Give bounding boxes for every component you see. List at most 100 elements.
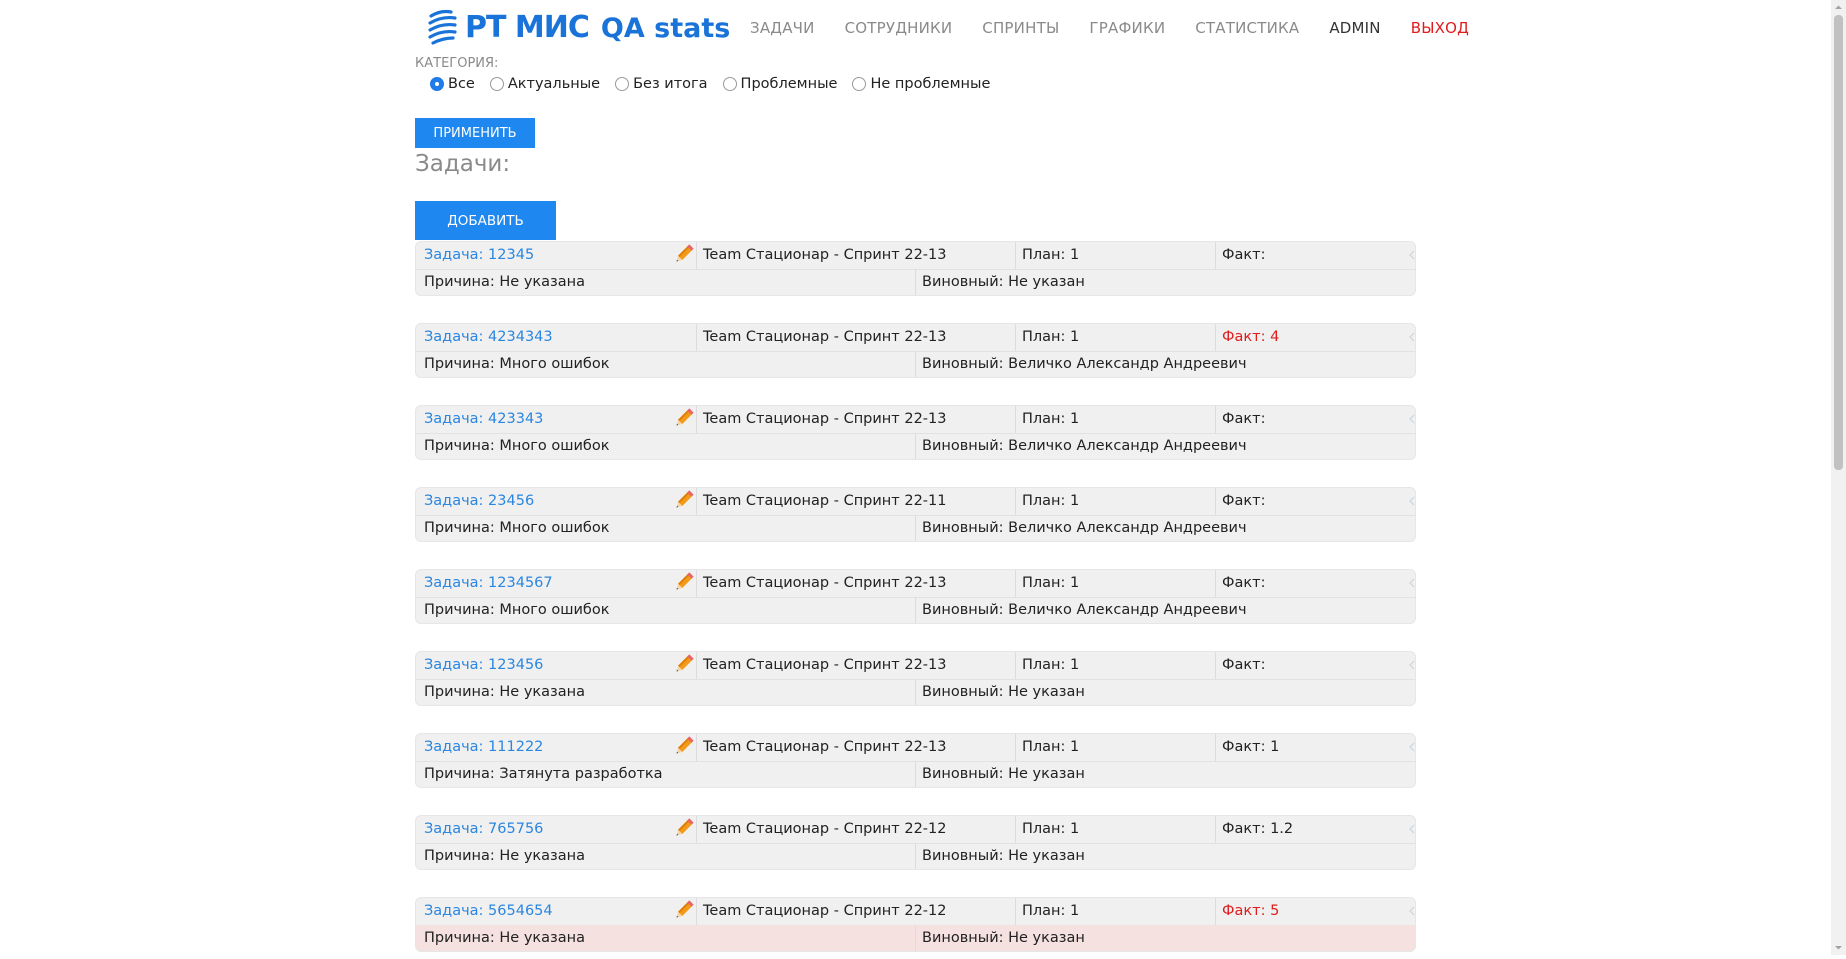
task-link[interactable]: Задача: 123456: [424, 652, 543, 679]
pencil-icon[interactable]: [671, 653, 695, 677]
category-option[interactable]: Проблемные: [722, 76, 837, 92]
task-team-sprint: Team Стационар - Спринт 22-13: [696, 406, 946, 433]
nav-logout[interactable]: ВЫХОД: [1411, 19, 1469, 37]
category-option[interactable]: Без итога: [615, 76, 708, 92]
task-detail-row: Причина: Много ошибок Виновный: Величко А…: [416, 433, 1415, 459]
task-card: Задача: 1234567 Team Стационар - Спринт 2…: [415, 569, 1416, 624]
task-reason: Причина: Не указана: [424, 848, 586, 864]
task-team-sprint: Team Стационар - Спринт 22-13: [696, 652, 946, 679]
task-fact: Факт:: [1215, 406, 1265, 433]
task-header-row: Задача: 765756 Team Стационар - Спринт 22…: [416, 816, 1415, 844]
tasks-title: Задачи:: [415, 151, 511, 177]
task-team-sprint: Team Стационар - Спринт 22-13: [696, 242, 946, 269]
task-team-sprint: Team Стационар - Спринт 22-12: [696, 816, 946, 843]
task-card: Задача: 111222 Team Стационар - Спринт 22…: [415, 733, 1416, 788]
task-detail-row: Причина: Не указана Виновный: Не указан: [416, 925, 1415, 951]
header: РТ МИС QA stats ЗАДАЧИ СОТРУДНИКИ СПРИНТЫ…: [415, 0, 1469, 54]
collapse-icon[interactable]: [1409, 250, 1415, 260]
category-option[interactable]: Все: [430, 76, 475, 92]
collapse-icon[interactable]: [1409, 742, 1415, 752]
pencil-icon[interactable]: [671, 489, 695, 513]
pencil-icon[interactable]: [671, 817, 695, 841]
task-team-sprint: Team Стационар - Спринт 22-13: [696, 734, 946, 761]
task-card: Задача: 12345 Team Стационар - Спринт 22-…: [415, 241, 1416, 296]
pencil-icon[interactable]: [671, 571, 695, 595]
scroll-up-arrow-icon[interactable]: [1831, 0, 1846, 15]
collapse-icon[interactable]: [1409, 906, 1415, 916]
radio-button[interactable]: [722, 77, 737, 91]
task-link[interactable]: Задача: 1234567: [424, 570, 553, 597]
task-guilty: Виновный: Не указан: [915, 925, 1085, 951]
logo[interactable]: РТ МИС QA stats: [427, 8, 730, 46]
add-task-button[interactable]: ДОБАВИТЬ: [415, 201, 556, 240]
task-reason: Причина: Не указана: [424, 684, 586, 700]
collapse-icon[interactable]: [1409, 332, 1415, 342]
page-container: РТ МИС QA stats ЗАДАЧИ СОТРУДНИКИ СПРИНТЫ…: [415, 0, 1469, 952]
collapse-icon[interactable]: [1409, 824, 1415, 834]
category-label: КАТЕГОРИЯ:: [415, 56, 499, 71]
task-fact: Факт:: [1215, 570, 1265, 597]
task-reason: Причина: Много ошибок: [424, 602, 610, 618]
task-team-sprint: Team Стационар - Спринт 22-12: [696, 898, 946, 925]
task-link[interactable]: Задача: 111222: [424, 734, 543, 761]
radio-button[interactable]: [489, 77, 504, 91]
task-plan: План: 1: [1015, 242, 1079, 269]
apply-button[interactable]: ПРИМЕНИТЬ: [415, 118, 535, 148]
category-radio-group: Все Актуальные Без итога Проблемные Не пробл…: [430, 76, 1005, 92]
collapse-icon[interactable]: [1409, 496, 1415, 506]
task-link[interactable]: Задача: 765756: [424, 816, 543, 843]
pencil-icon[interactable]: [671, 899, 695, 923]
scrollbar[interactable]: [1831, 0, 1846, 955]
task-plan: План: 1: [1015, 652, 1079, 679]
task-header-row: Задача: 12345 Team Стационар - Спринт 22-…: [416, 242, 1415, 270]
task-link[interactable]: Задача: 423343: [424, 406, 543, 433]
task-list: Задача: 12345 Team Стационар - Спринт 22-…: [415, 241, 1416, 952]
radio-button[interactable]: [430, 77, 444, 91]
scrollbar-thumb[interactable]: [1834, 15, 1843, 470]
task-card: Задача: 423343 Team Стационар - Спринт 22…: [415, 405, 1416, 460]
category-option[interactable]: Не проблемные: [852, 76, 990, 92]
nav-charts[interactable]: ГРАФИКИ: [1089, 19, 1165, 37]
main-nav: ЗАДАЧИ СОТРУДНИКИ СПРИНТЫ ГРАФИКИ СТАТИС…: [750, 19, 1469, 37]
pencil-icon[interactable]: [671, 407, 695, 431]
logo-text: РТ МИС QA stats: [465, 9, 731, 45]
task-header-row: Задача: 1234567 Team Стационар - Спринт 2…: [416, 570, 1415, 598]
task-card: Задача: 123456 Team Стационар - Спринт 22…: [415, 651, 1416, 706]
task-detail-row: Причина: Много ошибок Виновный: Величко А…: [416, 515, 1415, 541]
nav-tasks[interactable]: ЗАДАЧИ: [750, 19, 815, 37]
task-reason: Причина: Не указана: [424, 274, 586, 290]
task-card: Задача: 23456 Team Стационар - Спринт 22-…: [415, 487, 1416, 542]
pencil-icon[interactable]: [671, 735, 695, 759]
task-detail-row: Причина: Затянута разработка Виновный: Не…: [416, 761, 1415, 787]
task-team-sprint: Team Стационар - Спринт 22-13: [696, 570, 946, 597]
scroll-down-arrow-icon[interactable]: [1831, 940, 1846, 955]
pencil-icon[interactable]: [671, 243, 695, 267]
task-fact: Факт: 4: [1215, 324, 1279, 351]
task-detail-row: Причина: Много ошибок Виновный: Величко А…: [416, 351, 1415, 377]
task-guilty: Виновный: Величко Александр Андреевич: [915, 351, 1247, 377]
task-guilty: Виновный: Величко Александр Андреевич: [915, 515, 1247, 541]
radio-button[interactable]: [615, 77, 630, 91]
nav-statistics[interactable]: СТАТИСТИКА: [1195, 19, 1299, 37]
nav-admin[interactable]: ADMIN: [1329, 19, 1380, 37]
task-header-row: Задача: 123456 Team Стационар - Спринт 22…: [416, 652, 1415, 680]
task-link[interactable]: Задача: 23456: [424, 488, 534, 515]
collapse-icon[interactable]: [1409, 660, 1415, 670]
task-link[interactable]: Задача: 5654654: [424, 898, 553, 925]
task-detail-row: Причина: Не указана Виновный: Не указан: [416, 843, 1415, 869]
task-fact: Факт: 1: [1215, 734, 1279, 761]
task-detail-row: Причина: Не указана Виновный: Не указан: [416, 269, 1415, 295]
task-plan: План: 1: [1015, 406, 1079, 433]
task-reason: Причина: Много ошибок: [424, 438, 610, 454]
task-card: Задача: 4234343 Team Стационар - Спринт 2…: [415, 323, 1416, 378]
task-guilty: Виновный: Не указан: [915, 761, 1085, 787]
radio-button[interactable]: [852, 77, 867, 91]
task-link[interactable]: Задача: 12345: [424, 242, 534, 269]
category-option[interactable]: Актуальные: [489, 76, 600, 92]
collapse-icon[interactable]: [1409, 414, 1415, 424]
nav-sprints[interactable]: СПРИНТЫ: [982, 19, 1059, 37]
task-link[interactable]: Задача: 4234343: [424, 324, 553, 351]
task-fact: Факт:: [1215, 652, 1265, 679]
nav-employees[interactable]: СОТРУДНИКИ: [845, 19, 953, 37]
collapse-icon[interactable]: [1409, 578, 1415, 588]
